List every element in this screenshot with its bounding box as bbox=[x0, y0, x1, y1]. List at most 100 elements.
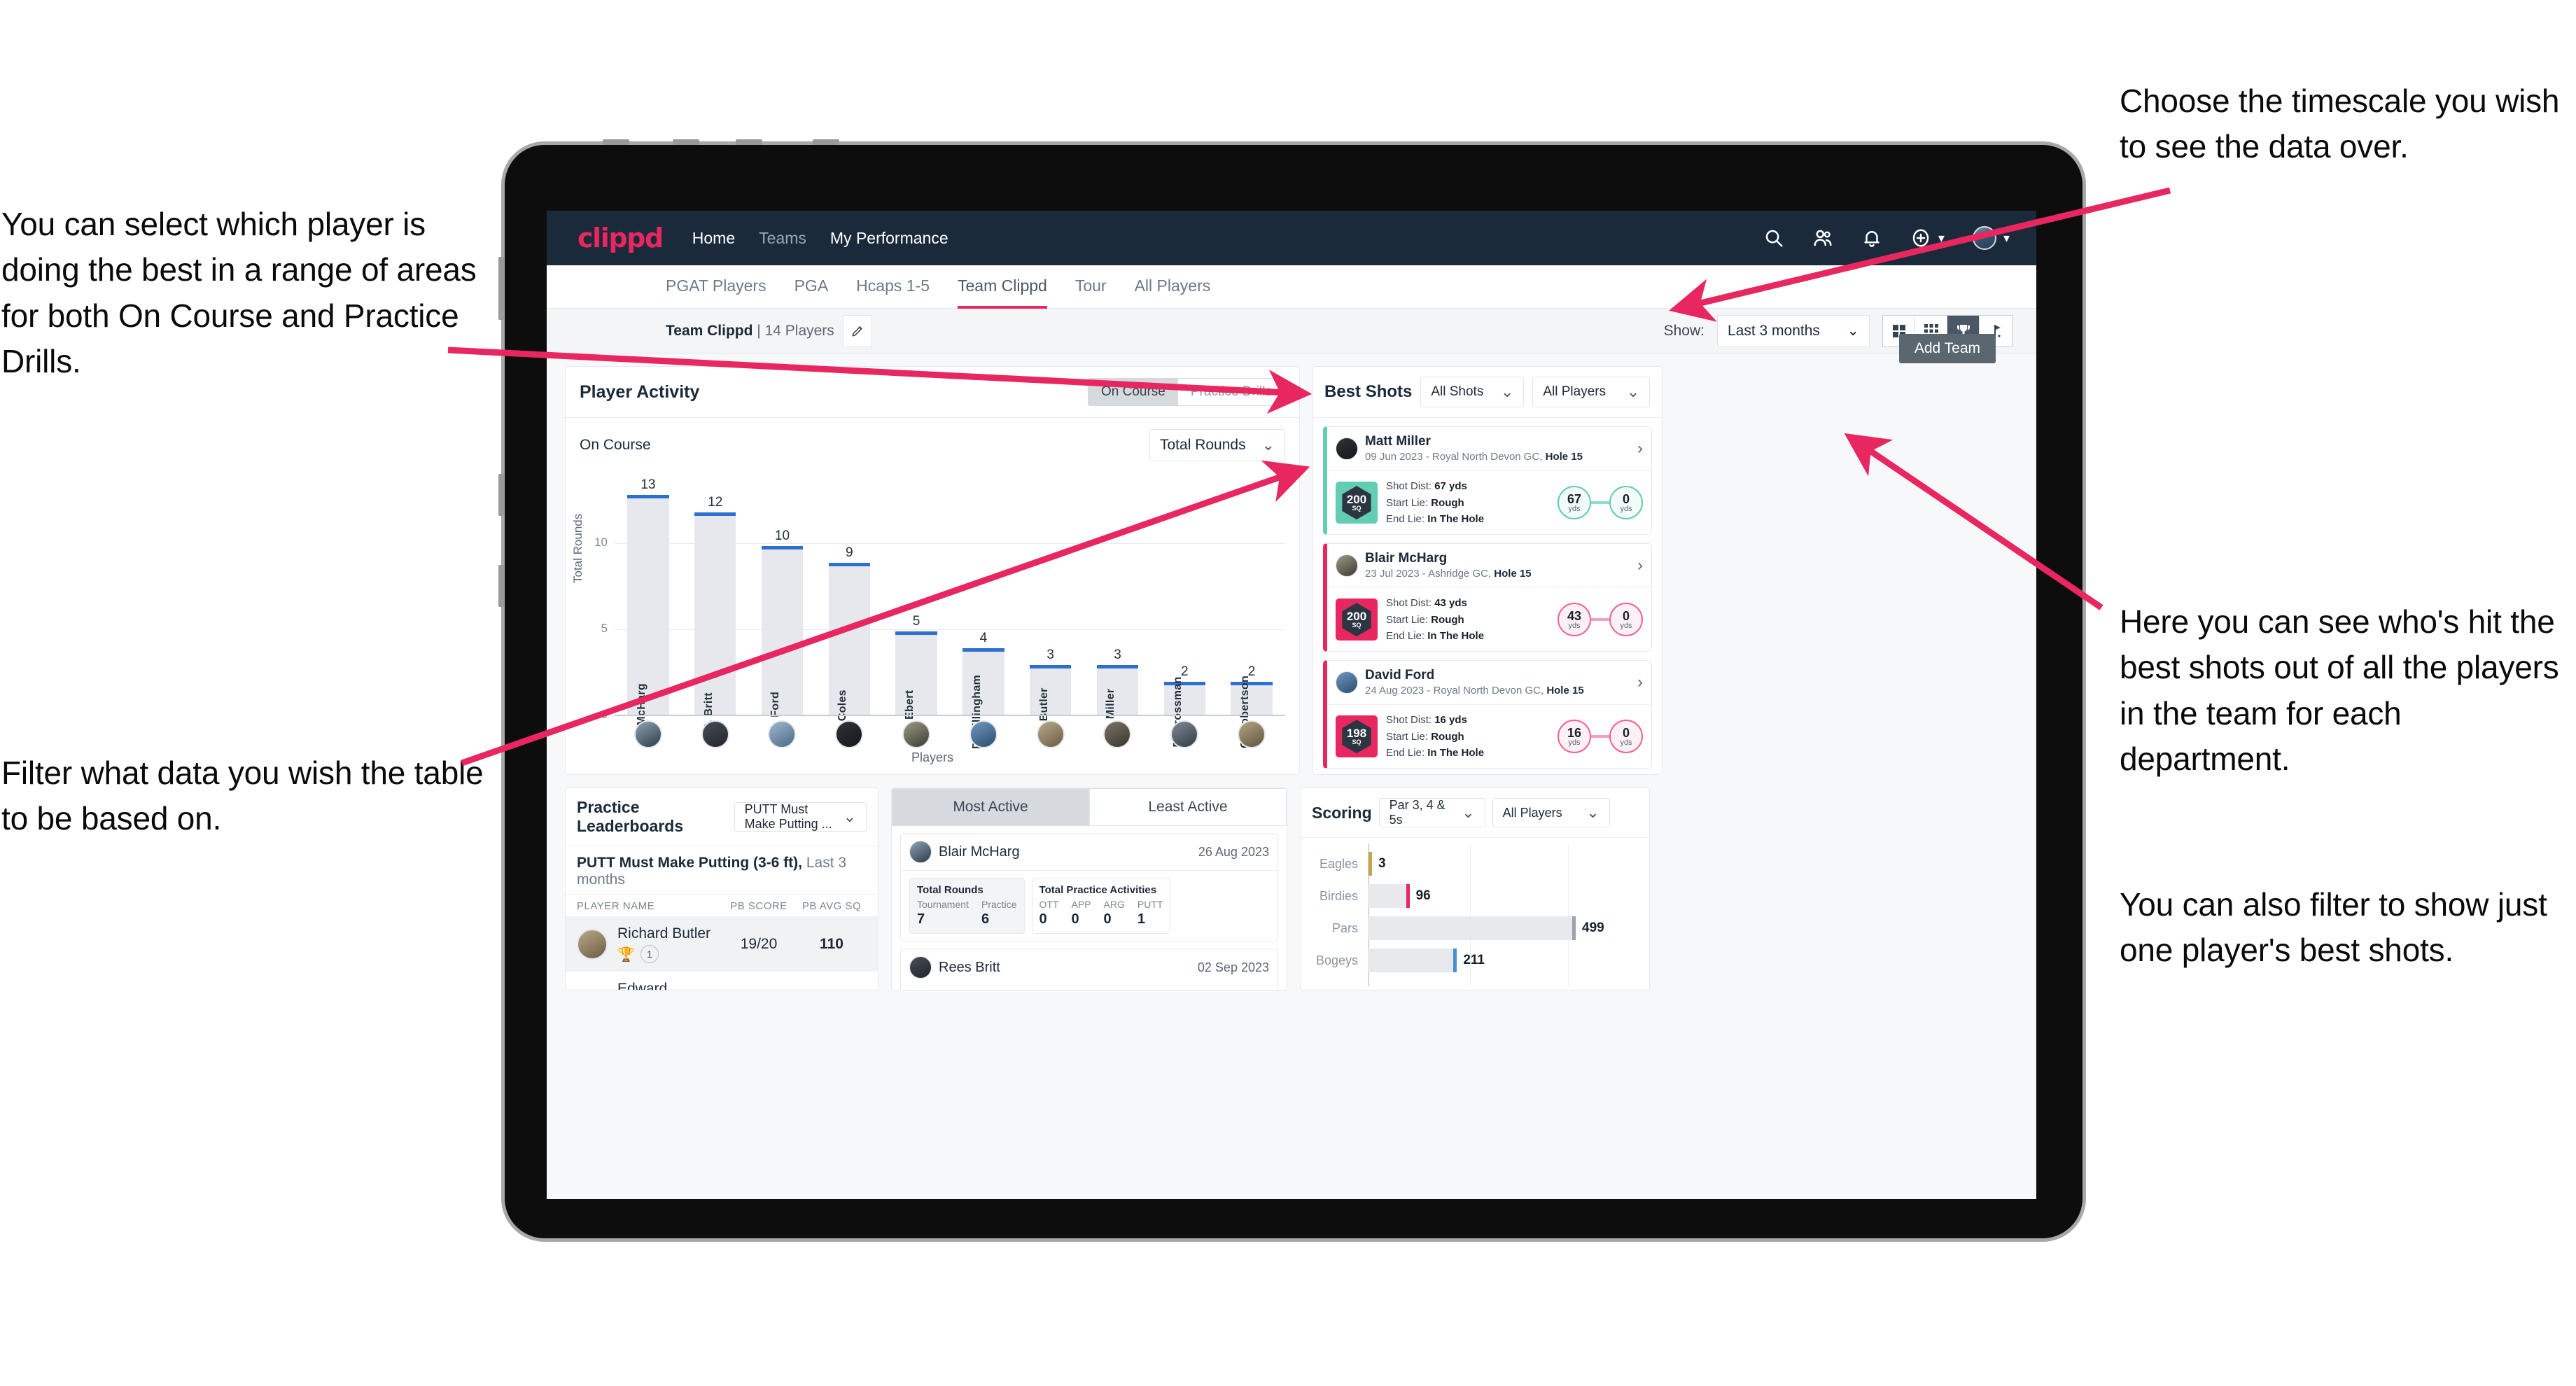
plus-circle-icon[interactable] bbox=[1910, 227, 1931, 248]
plus-circle-menu[interactable]: ▾ bbox=[1910, 227, 1945, 248]
chart-player-avatar[interactable] bbox=[1036, 720, 1065, 748]
chart-player-avatar[interactable] bbox=[701, 720, 729, 748]
tab-most-active[interactable]: Most Active bbox=[892, 788, 1089, 826]
chart-player-avatar[interactable] bbox=[634, 720, 662, 748]
best-shot-header: David Ford 24 Aug 2023 - Royal North Devo… bbox=[1327, 661, 1651, 706]
chart-bar[interactable]: D. Billingham bbox=[962, 648, 1004, 749]
list-item[interactable]: Blair McHarg 26 Aug 2023 Total Rounds Tourn… bbox=[900, 833, 1278, 941]
activity-date: 26 Aug 2023 bbox=[1198, 844, 1269, 859]
bell-icon[interactable] bbox=[1861, 227, 1882, 248]
scoring-bar[interactable] bbox=[1368, 852, 1372, 876]
chart-bar[interactable]: C. Robertson bbox=[1231, 676, 1273, 748]
shot-start-circle: 43 yds bbox=[1558, 603, 1591, 637]
activity-item-header: Blair McHarg 26 Aug 2023 bbox=[901, 834, 1278, 871]
tablet-button-top-1 bbox=[603, 139, 629, 145]
best-shots-player-dropdown[interactable]: All Players ⌄ bbox=[1532, 377, 1651, 407]
scoring-header: Scoring Par 3, 4 & 5s ⌄ All Players ⌄ bbox=[1301, 788, 1649, 838]
nav-link-my-performance[interactable]: My Performance bbox=[830, 229, 948, 248]
nav-link-home[interactable]: Home bbox=[692, 229, 735, 248]
practice-column: OTT 0 bbox=[1039, 899, 1059, 927]
timescale-dropdown[interactable]: Last 3 months ⌄ bbox=[1717, 314, 1870, 347]
par-filter-dropdown[interactable]: Par 3, 4 & 5s ⌄ bbox=[1378, 798, 1485, 827]
hexagon-icon: 198 SQ bbox=[1342, 720, 1371, 754]
best-shot-card[interactable]: David Ford 24 Aug 2023 - Royal North Devo… bbox=[1323, 660, 1652, 769]
hexagon-icon: 200 SQ bbox=[1342, 486, 1371, 520]
chevron-right-icon[interactable]: › bbox=[1637, 439, 1643, 458]
best-shot-body: 200 SQ Shot Dist: 43 yds Start Lie: Rough En… bbox=[1327, 588, 1651, 651]
nav-link-teams[interactable]: Teams bbox=[759, 229, 806, 248]
avatar bbox=[1336, 554, 1358, 578]
chart-bar-column: 12 R. Britt bbox=[682, 475, 749, 732]
chart-player-avatar[interactable] bbox=[1170, 720, 1199, 748]
total-practice-box: Total Practice Activities OTT 0 APP 0 ARG 0 PUT… bbox=[1031, 878, 1171, 934]
drill-dropdown-value: PUTT Must Make Putting ... bbox=[744, 802, 832, 831]
chart-bar[interactable]: E. Ebert bbox=[895, 631, 937, 734]
best-shots-header: Best Shots All Shots ⌄ All Players ⌄ bbox=[1313, 367, 1662, 418]
on-course-label: On Course bbox=[580, 437, 651, 453]
scoring-bar[interactable] bbox=[1368, 916, 1576, 940]
people-icon[interactable] bbox=[1812, 227, 1833, 248]
edit-team-button[interactable] bbox=[842, 314, 872, 347]
clippd-logo[interactable]: clippd bbox=[578, 223, 664, 253]
segment-practice-drills[interactable]: Practice Drills bbox=[1177, 379, 1284, 405]
rank-badge: 1 bbox=[640, 945, 659, 964]
chevron-down-icon: ⌄ bbox=[1462, 804, 1475, 821]
drill-dropdown[interactable]: PUTT Must Make Putting ... ⌄ bbox=[734, 802, 867, 832]
chevron-right-icon[interactable]: › bbox=[1637, 673, 1643, 692]
scoring-bar[interactable] bbox=[1368, 948, 1457, 972]
shot-type-dropdown[interactable]: All Shots ⌄ bbox=[1420, 377, 1525, 407]
activity-item-body: Total RoundsTournament8Practice4Total Pr… bbox=[901, 986, 1278, 990]
par-filter-value: Par 3, 4 & 5s bbox=[1389, 798, 1446, 827]
scoring-category-label: Eagles bbox=[1319, 856, 1358, 871]
chart-bar[interactable]: D. Ford bbox=[761, 546, 804, 732]
tab-hcaps-1-5[interactable]: Hcaps 1-5 bbox=[856, 276, 930, 298]
table-row[interactable]: Edward Crossman🏆218/20107 bbox=[566, 972, 878, 990]
list-item[interactable]: Rees Britt 02 Sep 2023 Total RoundsTournam… bbox=[900, 948, 1278, 990]
chart-player-avatar[interactable] bbox=[1238, 720, 1266, 748]
start-lie-line: Start Lie: Rough bbox=[1386, 730, 1464, 743]
avatar bbox=[577, 928, 608, 960]
tab-all-players[interactable]: All Players bbox=[1135, 276, 1211, 298]
page-tabs: PGAT Players PGA Hcaps 1-5 Team Clippd T… bbox=[547, 265, 2036, 363]
tab-pgat-players[interactable]: PGAT Players bbox=[666, 276, 766, 298]
scoring-bar[interactable] bbox=[1368, 884, 1410, 908]
tablet-button-side-3 bbox=[498, 565, 504, 607]
chart-bar[interactable]: E. Crossman bbox=[1163, 676, 1205, 748]
table-row[interactable]: Richard Butler 🏆 1 19/20 110 bbox=[566, 916, 878, 972]
user-menu[interactable]: ▾ bbox=[1972, 226, 2010, 250]
chevron-down-icon[interactable]: ▾ bbox=[1938, 231, 1945, 246]
activity-item-header: Rees Britt 02 Sep 2023 bbox=[901, 949, 1278, 986]
best-shot-card[interactable]: Matt Miller 09 Jun 2023 - Royal North Dev… bbox=[1323, 426, 1652, 536]
chart-bar[interactable]: R. Butler bbox=[1029, 665, 1072, 736]
tab-team-clippd[interactable]: Team Clippd bbox=[958, 276, 1047, 309]
chart-player-avatar[interactable] bbox=[969, 720, 997, 748]
best-shot-details: Shot Dist: 16 yds Start Lie: Rough End Lie… bbox=[1386, 712, 1484, 761]
chart-bar[interactable]: J. Coles bbox=[828, 563, 870, 734]
tab-pga[interactable]: PGA bbox=[794, 276, 829, 298]
segment-on-course[interactable]: On Course bbox=[1088, 379, 1178, 405]
chart-bar[interactable]: M. Miller bbox=[1096, 665, 1139, 735]
chevron-down-icon[interactable]: ▾ bbox=[2003, 231, 2010, 246]
best-shot-card[interactable]: Blair McHarg 23 Jul 2023 - Ashridge GC, H… bbox=[1323, 543, 1652, 652]
leaderboard-pb-score: 19/20 bbox=[740, 935, 778, 952]
avatar[interactable] bbox=[1972, 226, 1996, 250]
scoring-bar-row: Eagles 3 bbox=[1313, 848, 1637, 880]
chevron-right-icon[interactable]: › bbox=[1637, 556, 1643, 575]
annotation-player-select: You can select which player is doing the… bbox=[1, 206, 477, 379]
chart-player-avatar[interactable] bbox=[835, 720, 864, 748]
tab-least-active[interactable]: Least Active bbox=[1089, 788, 1287, 826]
chart-bar-column: 4 D. Billingham bbox=[950, 475, 1017, 749]
best-shot-details: Shot Dist: 43 yds Start Lie: Rough End Lie… bbox=[1386, 595, 1484, 644]
tab-tour[interactable]: Tour bbox=[1075, 276, 1107, 298]
chart-bar[interactable]: R. Britt bbox=[694, 512, 736, 732]
activity-player-name: Rees Britt bbox=[939, 959, 1000, 975]
chart-player-avatar[interactable] bbox=[768, 720, 797, 748]
leaderboard-pb-avg-sq: 110 bbox=[820, 935, 844, 952]
chart-bar[interactable]: B. McHarg bbox=[627, 495, 669, 741]
chevron-down-icon: ⌄ bbox=[843, 808, 856, 825]
metric-dropdown[interactable]: Total Rounds ⌄ bbox=[1149, 429, 1285, 461]
chart-player-avatar[interactable] bbox=[1103, 720, 1132, 748]
search-icon[interactable] bbox=[1763, 227, 1784, 248]
chart-player-avatar[interactable] bbox=[902, 720, 931, 748]
scoring-player-dropdown[interactable]: All Players ⌄ bbox=[1492, 798, 1610, 827]
